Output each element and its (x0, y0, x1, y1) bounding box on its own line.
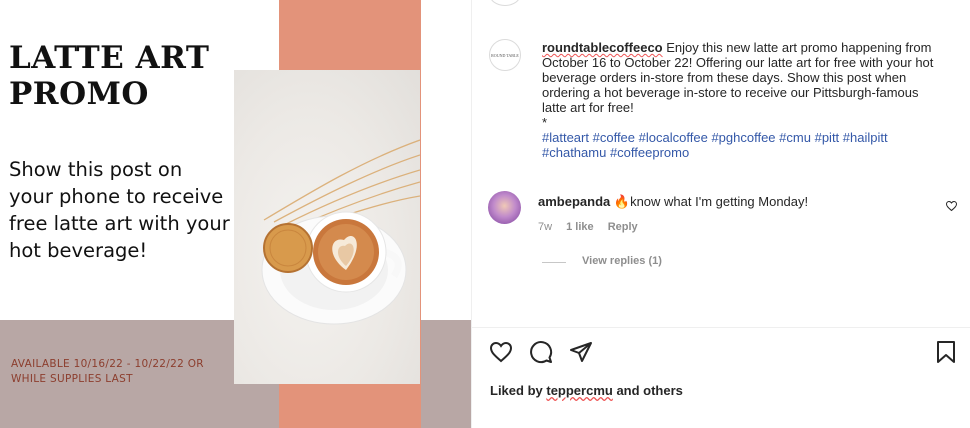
likes-prefix: Liked by (490, 383, 547, 398)
hashtag-link[interactable]: #chathamu (542, 145, 606, 160)
latte-photo (234, 70, 420, 384)
caption-separator: * (542, 115, 548, 130)
fire-emoji: 🔥 (613, 194, 631, 209)
hashtag-link[interactable]: #latteart (542, 130, 589, 145)
post-image[interactable]: LATTE ART PROMO Show this post on your p… (0, 0, 471, 428)
likes-summary: Liked by teppercmu and others (490, 383, 683, 398)
promo-availability-text: AVAILABLE 10/16/22 - 10/22/22 OR WHILE S… (11, 358, 204, 385)
hashtag-link[interactable]: #pghcoffee (711, 130, 775, 145)
comment-age: 7w (538, 221, 553, 233)
promo-body-text: Show this post on your phone to receive … (9, 158, 230, 262)
promo-title: LATTE ART PROMO (9, 40, 210, 112)
hashtag-link[interactable]: #cmu (779, 130, 811, 145)
comment: ambepanda 🔥know what I'm getting Monday! (538, 194, 808, 210)
commenter-avatar[interactable] (488, 191, 521, 224)
hashtag-link[interactable]: #coffee (593, 130, 635, 145)
view-replies-button[interactable]: View replies (1) (582, 255, 662, 267)
liker-username[interactable]: teppercmu (546, 383, 612, 398)
comment-like-icon[interactable] (945, 200, 958, 212)
comment-like-count[interactable]: 1 like (566, 221, 594, 233)
actions-divider (472, 327, 970, 328)
comment-icon[interactable] (529, 340, 553, 364)
caption-hashtags: #latteart #coffee #localcoffee #pghcoffe… (542, 130, 888, 160)
hashtag-link[interactable]: #hailpitt (843, 130, 888, 145)
caption-username[interactable]: roundtablecoffeeco (542, 40, 663, 55)
comment-meta: 7w 1 like Reply (538, 221, 649, 233)
comment-reply-button[interactable]: Reply (608, 221, 638, 233)
hashtag-link[interactable]: #localcoffee (639, 130, 708, 145)
heart-icon[interactable] (489, 340, 513, 364)
latte-illustration (261, 139, 420, 325)
share-icon[interactable] (569, 340, 593, 364)
bookmark-icon[interactable] (934, 340, 958, 364)
hashtag-link[interactable]: #pitt (815, 130, 840, 145)
likes-suffix[interactable]: and others (613, 383, 682, 398)
post-caption: roundtablecoffeeco Enjoy this new latte … (542, 40, 942, 160)
author-avatar[interactable]: ROUND TABLE (489, 39, 521, 71)
hashtag-link[interactable]: #coffeepromo (610, 145, 689, 160)
comment-body: know what I'm getting Monday! (630, 194, 809, 209)
comment-username[interactable]: ambepanda (538, 194, 610, 209)
replies-divider (542, 262, 566, 263)
